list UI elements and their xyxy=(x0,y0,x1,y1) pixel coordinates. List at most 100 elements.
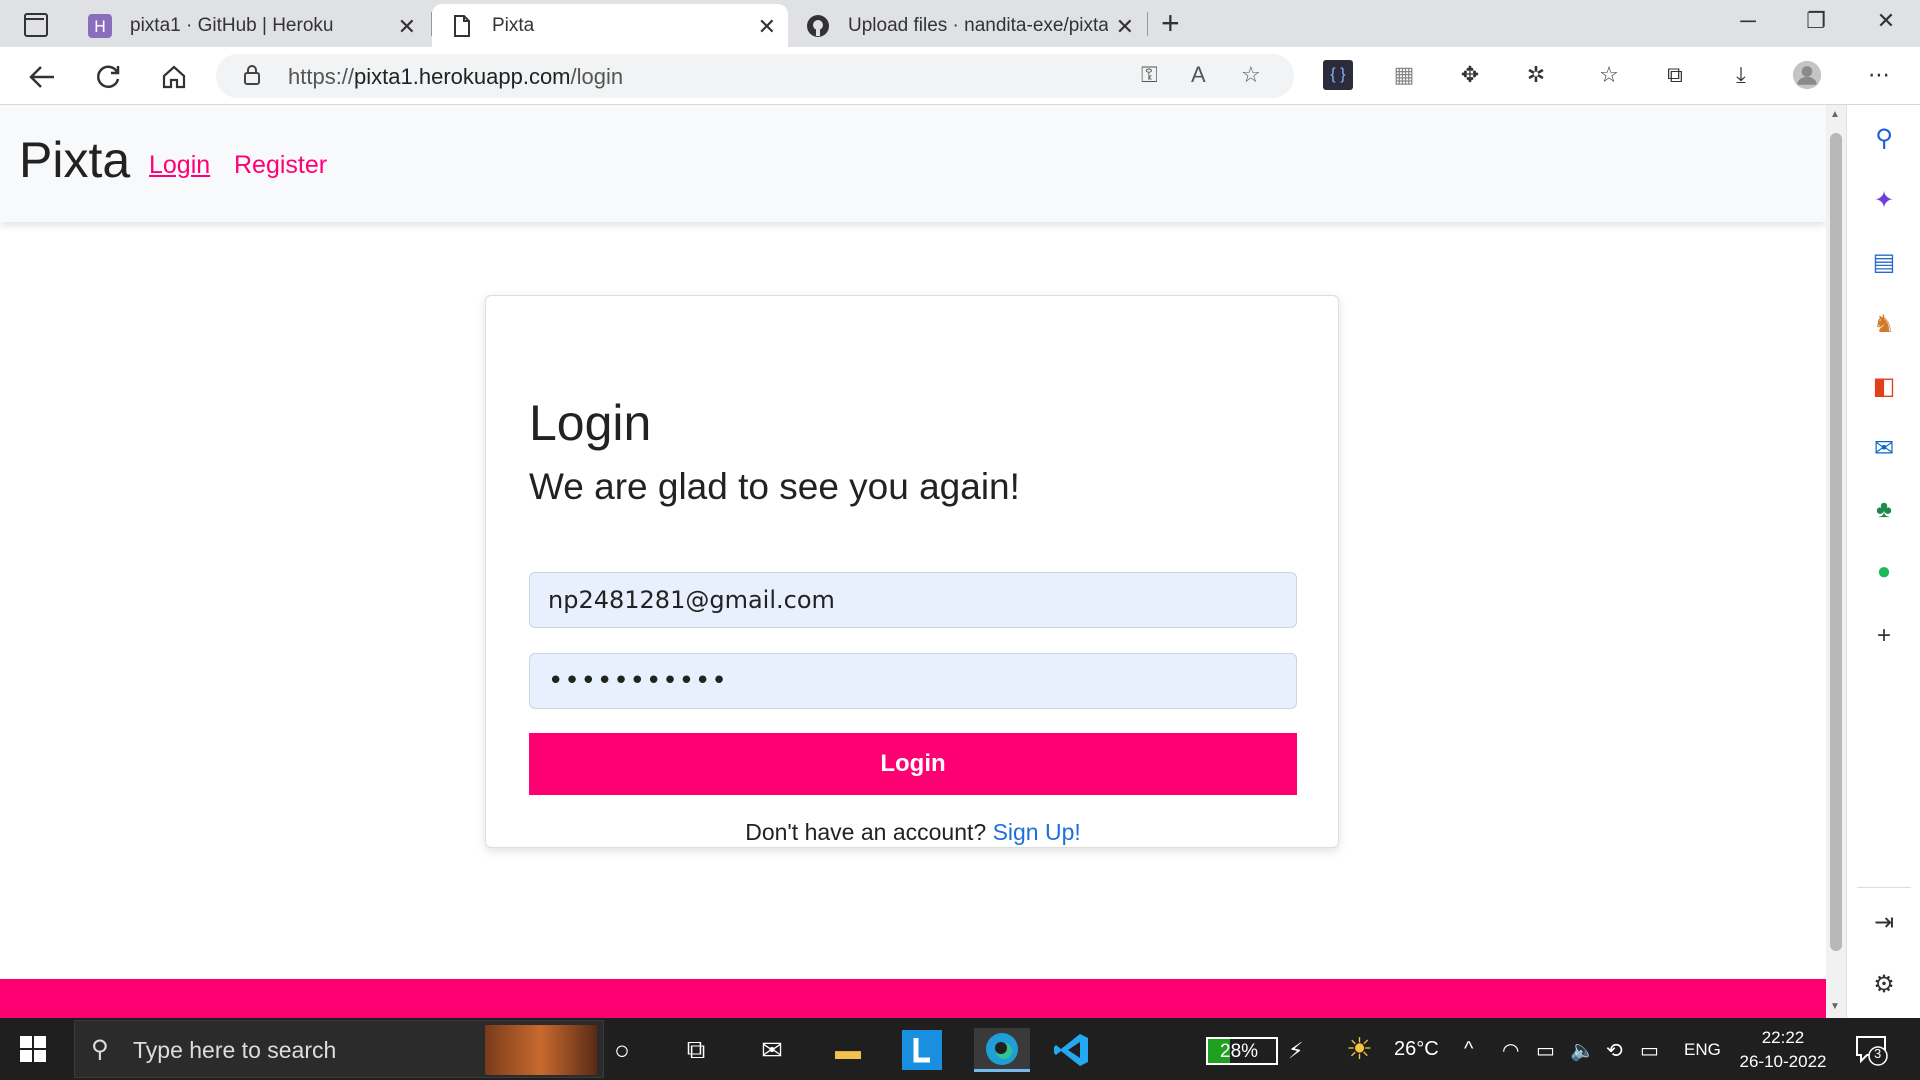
taskbar-clock[interactable]: 22:22 26-10-2022 xyxy=(1734,1026,1832,1074)
browser-toolbar: https://pixta1.herokuapp.com/login ⚿ A ☆… xyxy=(0,47,1920,105)
lock-icon[interactable] xyxy=(244,65,260,85)
close-tab-icon[interactable]: ✕ xyxy=(758,14,776,40)
site-footer xyxy=(0,979,1826,1018)
login-title: Login xyxy=(529,395,652,451)
windows-start-icon[interactable] xyxy=(20,1036,46,1062)
tools-icon[interactable]: ▤ xyxy=(1867,245,1901,279)
minimize-button[interactable]: ─ xyxy=(1728,8,1768,34)
close-tab-icon[interactable]: ✕ xyxy=(1116,14,1134,40)
mail-icon[interactable]: ✉ xyxy=(750,1028,794,1072)
login-card: Login We are glad to see you again! np24… xyxy=(485,295,1339,848)
spotify-icon[interactable]: ● xyxy=(1867,555,1901,589)
tree-icon[interactable]: ♣ xyxy=(1867,493,1901,527)
page-icon xyxy=(454,14,470,37)
scrollbar-thumb[interactable] xyxy=(1830,133,1842,951)
more-menu-icon[interactable]: ⋯ xyxy=(1864,60,1894,90)
search-highlight-image xyxy=(485,1025,597,1075)
scroll-up-icon[interactable]: ▲ xyxy=(1830,109,1840,120)
tab-title: Upload files · nandita-exe/pixta-r xyxy=(848,14,1108,36)
battery-indicator[interactable]: 28% xyxy=(1206,1037,1278,1065)
extensions-icon[interactable]: ✲ xyxy=(1521,60,1551,90)
downloads-icon[interactable]: ⤓ xyxy=(1726,60,1756,90)
signup-prompt-text: Don't have an account? xyxy=(745,819,987,845)
home-icon[interactable] xyxy=(154,57,194,97)
password-field[interactable]: ••••••••••• xyxy=(529,653,1297,709)
url-text[interactable]: https://pixta1.herokuapp.com/login xyxy=(288,64,623,90)
heroku-icon: H xyxy=(88,13,112,38)
office-icon[interactable]: ◧ xyxy=(1867,369,1901,403)
scroll-down-icon[interactable]: ▼ xyxy=(1830,1001,1840,1012)
collections-icon[interactable]: ⧉ xyxy=(1660,60,1690,90)
sparkle-icon[interactable]: ✦ xyxy=(1867,183,1901,217)
vscode-icon[interactable] xyxy=(1050,1028,1094,1072)
notification-count: 3 xyxy=(1874,1046,1882,1061)
add-favorite-icon[interactable]: ☆ xyxy=(1241,62,1261,88)
login-button[interactable]: Login xyxy=(529,733,1297,795)
notifications-icon[interactable]: 3 xyxy=(1854,1032,1888,1066)
file-explorer-icon[interactable]: ▬ xyxy=(826,1028,870,1072)
app-l-icon[interactable] xyxy=(900,1028,944,1072)
volume-icon[interactable]: 🔈 xyxy=(1570,1038,1595,1063)
email-field[interactable]: np2481281@gmail.com xyxy=(529,572,1297,628)
weather-icon[interactable]: ☀ xyxy=(1346,1032,1373,1067)
hide-sidebar-icon[interactable]: ⇥ xyxy=(1867,905,1901,939)
meet-icon[interactable]: ▭ xyxy=(1536,1038,1555,1063)
tab-pixta[interactable]: Pixta ✕ xyxy=(432,4,788,47)
charging-icon: ⚡ xyxy=(1288,1038,1304,1063)
tab-separator xyxy=(1147,12,1148,36)
language-indicator[interactable]: ENG xyxy=(1684,1040,1721,1060)
tab-title: pixta1 · GitHub | Heroku xyxy=(130,14,334,36)
cortana-icon[interactable]: ○ xyxy=(600,1028,644,1072)
url-host: pixta1.herokuapp.com xyxy=(354,64,571,89)
windows-taskbar: ⚲ Type here to search ○ ⧉ ✉ ▬ 28% ⚡ ☀ 26… xyxy=(0,1018,1920,1080)
url-path: /login xyxy=(570,64,624,89)
back-icon[interactable] xyxy=(22,57,62,97)
nav-login-link[interactable]: Login xyxy=(149,151,210,180)
search-placeholder: Type here to search xyxy=(133,1037,337,1063)
profile-avatar-icon[interactable] xyxy=(1792,60,1822,90)
read-aloud-icon[interactable]: A xyxy=(1191,62,1206,88)
close-tab-icon[interactable]: ✕ xyxy=(398,14,416,40)
battery-saver-icon[interactable]: ▭ xyxy=(1640,1038,1659,1063)
taskbar-search[interactable]: ⚲ Type here to search xyxy=(74,1020,604,1078)
search-icon: ⚲ xyxy=(91,1036,109,1063)
edge-sidebar: ⚲ ✦ ▤ ♞ ◧ ✉ ♣ ● + ⇥ ⚙ xyxy=(1846,105,1920,1018)
temperature-text[interactable]: 26°C xyxy=(1394,1038,1439,1061)
page-viewport: Pixta Login Register Login We are glad t… xyxy=(0,105,1826,1018)
login-subtitle: We are glad to see you again! xyxy=(529,466,1020,507)
favorites-icon[interactable]: ☆ xyxy=(1594,60,1624,90)
tab-heroku[interactable]: H pixta1 · GitHub | Heroku ✕ xyxy=(70,4,428,47)
nav-register-link[interactable]: Register xyxy=(234,151,327,180)
tab-title: Pixta xyxy=(492,14,535,36)
key-icon[interactable]: ⚿ xyxy=(1141,62,1158,88)
url-prefix: https:// xyxy=(288,64,355,89)
tab-actions-icon[interactable] xyxy=(17,11,53,37)
sync-icon[interactable]: ⟲ xyxy=(1606,1038,1623,1063)
outlook-icon[interactable]: ✉ xyxy=(1867,431,1901,465)
collections-extension-icon[interactable]: ▦ xyxy=(1389,60,1419,90)
signup-prompt: Don't have an account? Sign Up! xyxy=(486,819,1340,846)
edge-icon[interactable] xyxy=(974,1028,1030,1072)
tab-github[interactable]: Upload files · nandita-exe/pixta-r ✕ xyxy=(788,4,1146,47)
task-view-icon[interactable]: ⧉ xyxy=(674,1028,718,1072)
settings-icon[interactable]: ⚙ xyxy=(1867,967,1901,1001)
page-scrollbar[interactable]: ▲ ▼ xyxy=(1826,105,1846,1018)
address-bar[interactable]: https://pixta1.herokuapp.com/login ⚿ A ☆ xyxy=(216,54,1294,98)
move-extension-icon[interactable]: ✥ xyxy=(1455,60,1485,90)
add-sidebar-icon[interactable]: + xyxy=(1867,619,1901,653)
site-brand[interactable]: Pixta xyxy=(19,131,130,189)
new-tab-button[interactable]: + xyxy=(1161,7,1180,39)
restore-button[interactable]: ❐ xyxy=(1796,8,1836,34)
signup-link[interactable]: Sign Up! xyxy=(993,819,1081,845)
site-navbar: Pixta Login Register xyxy=(0,105,1826,222)
svg-text:H: H xyxy=(94,17,106,36)
github-icon xyxy=(807,14,829,37)
sidebar-divider xyxy=(1857,887,1911,888)
search-icon[interactable]: ⚲ xyxy=(1867,121,1901,155)
close-window-button[interactable]: ✕ xyxy=(1866,8,1906,34)
games-icon[interactable]: ♞ xyxy=(1867,307,1901,341)
network-icon[interactable]: ◠ xyxy=(1502,1038,1519,1063)
refresh-icon[interactable] xyxy=(88,57,128,97)
braces-extension-icon[interactable]: { } xyxy=(1323,60,1353,90)
show-hidden-icons[interactable]: ^ xyxy=(1464,1038,1473,1061)
